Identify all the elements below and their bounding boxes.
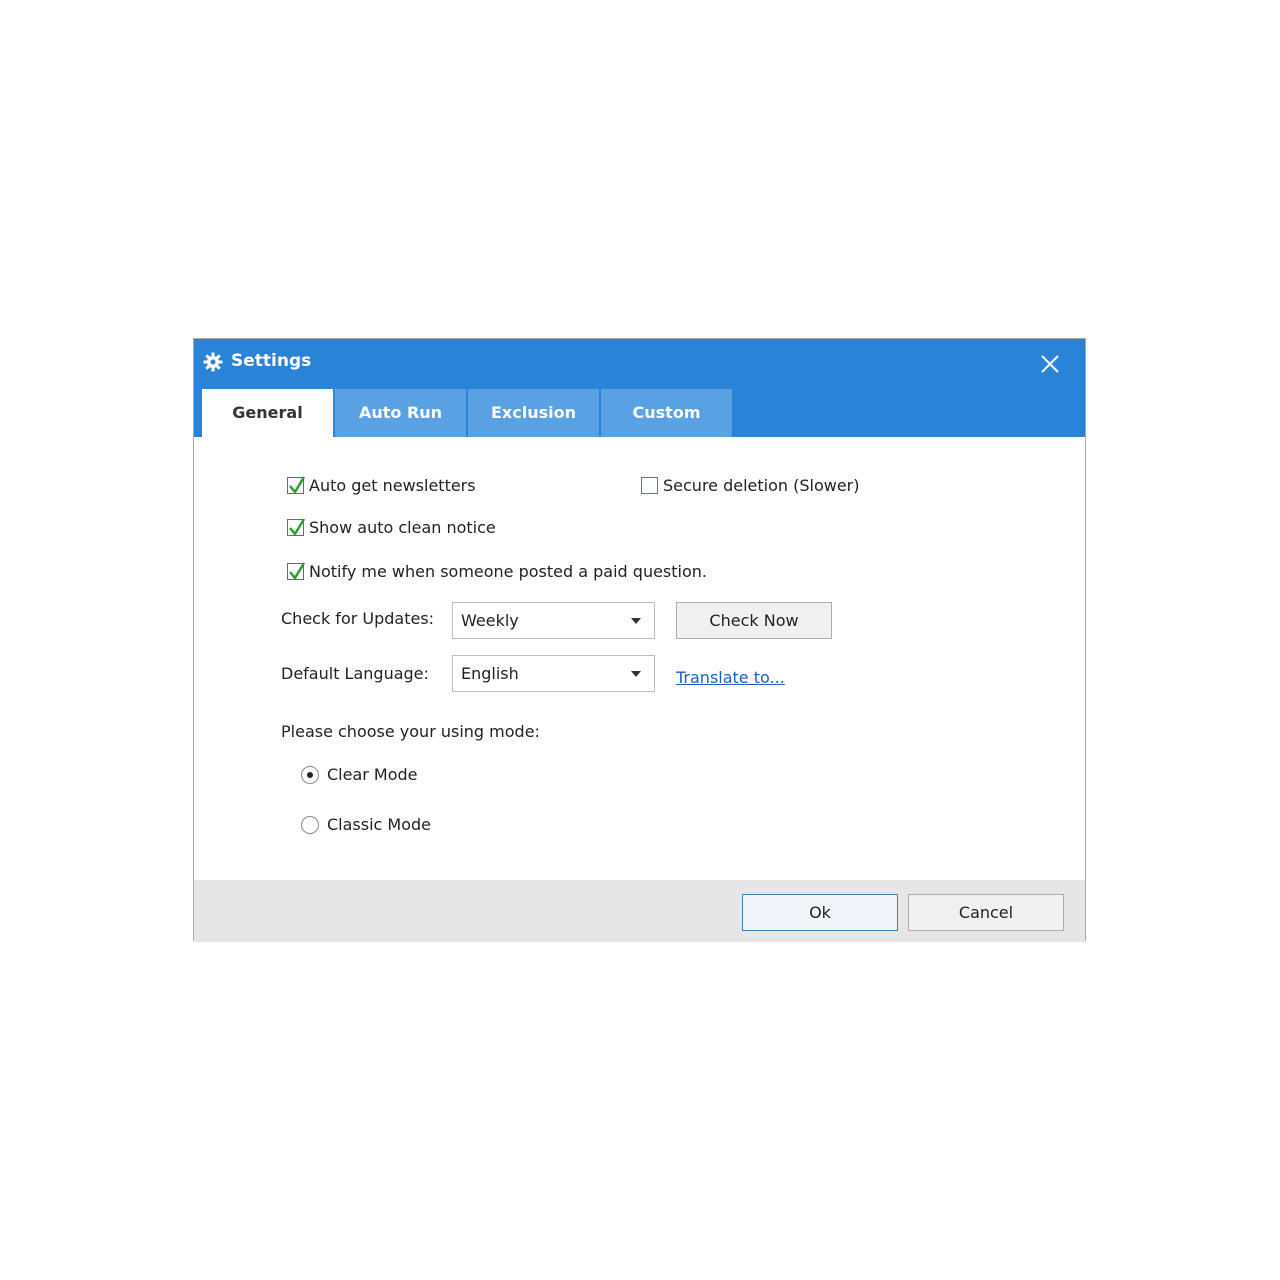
general-panel: Auto get newsletters Secure deletion (Sl…: [194, 437, 1085, 880]
classic-mode-label: Classic Mode: [327, 815, 432, 834]
translate-link[interactable]: Translate to...: [676, 668, 785, 687]
settings-dialog: Settings General Auto Run Exclusion Cust…: [193, 338, 1086, 942]
tab-auto-run[interactable]: Auto Run: [335, 389, 466, 437]
gear-icon: [203, 352, 223, 372]
chevron-down-icon: [631, 618, 641, 624]
secure-deletion-checkbox[interactable]: Secure deletion (Slower): [641, 476, 860, 495]
close-button[interactable]: [1037, 351, 1063, 377]
checkbox-box[interactable]: [641, 477, 658, 494]
checkbox-box[interactable]: [287, 476, 306, 495]
secure-deletion-label: Secure deletion (Slower): [663, 476, 860, 495]
chevron-down-icon: [631, 671, 641, 677]
checkmark-icon: [289, 476, 306, 495]
notify-paid-question-label: Notify me when someone posted a paid que…: [309, 562, 707, 581]
auto-newsletters-label: Auto get newsletters: [309, 476, 476, 495]
tab-exclusion[interactable]: Exclusion: [468, 389, 599, 437]
radio-dot: [307, 771, 313, 778]
tab-general[interactable]: General: [202, 389, 333, 437]
update-frequency-value: Weekly: [461, 611, 519, 630]
language-value: English: [461, 664, 519, 683]
tab-custom[interactable]: Custom: [601, 389, 732, 437]
auto-newsletters-checkbox[interactable]: Auto get newsletters: [287, 476, 476, 495]
clear-mode-radio[interactable]: Clear Mode: [301, 765, 418, 784]
ok-button[interactable]: Ok: [742, 894, 898, 931]
default-language-label: Default Language:: [281, 664, 429, 683]
close-icon[interactable]: [1037, 351, 1063, 377]
checkbox-box[interactable]: [287, 518, 306, 537]
show-auto-clean-checkbox[interactable]: Show auto clean notice: [287, 518, 496, 537]
footer-bar: Ok Cancel: [194, 880, 1085, 942]
cancel-button[interactable]: Cancel: [908, 894, 1064, 931]
clear-mode-label: Clear Mode: [327, 765, 418, 784]
update-frequency-select[interactable]: Weekly: [452, 602, 655, 639]
classic-mode-radio[interactable]: Classic Mode: [301, 815, 431, 834]
checkmark-icon: [289, 562, 306, 581]
check-updates-label: Check for Updates:: [281, 609, 435, 628]
language-select[interactable]: English: [452, 655, 655, 692]
notify-paid-question-checkbox[interactable]: Notify me when someone posted a paid que…: [287, 562, 707, 581]
checkmark-icon: [289, 518, 306, 537]
checkbox-box[interactable]: [287, 562, 306, 581]
title-bar: Settings General Auto Run Exclusion Cust…: [194, 339, 1085, 437]
mode-prompt: Please choose your using mode:: [281, 722, 540, 741]
check-now-button[interactable]: Check Now: [676, 602, 832, 639]
radio-circle[interactable]: [301, 815, 319, 834]
window-title: Settings: [231, 351, 312, 371]
show-auto-clean-label: Show auto clean notice: [309, 518, 496, 537]
radio-circle[interactable]: [301, 765, 319, 784]
